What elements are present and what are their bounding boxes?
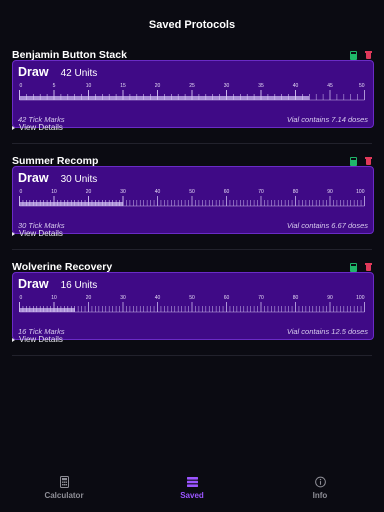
draw-units: 30 Units (60, 174, 98, 185)
delete-icon[interactable] (365, 263, 372, 272)
tick-label: 50 (189, 189, 195, 195)
tab-label: Calculator (44, 491, 84, 500)
draw-units: 42 Units (60, 68, 98, 79)
tick-label: 35 (258, 83, 264, 89)
syringe-card: Draw 30 Units 0 10 20 30 40 50 60 70 80 90 100 30 … (12, 166, 374, 234)
tick-label: 0 (20, 295, 23, 301)
tick-label: 30 (224, 83, 230, 89)
tick-label: 70 (258, 189, 264, 195)
page-title: Saved Protocols (148, 19, 236, 31)
tick-label: 20 (86, 295, 92, 301)
calculator-icon (59, 476, 70, 488)
tick-label: 50 (359, 83, 365, 89)
card-footer: 16 Tick Marks Vial contains 12.5 doses (18, 327, 368, 336)
divider (12, 143, 372, 144)
info-icon (314, 476, 326, 488)
tick-label: 60 (224, 189, 230, 195)
divider (12, 355, 372, 356)
tick-label: 5 (53, 83, 56, 89)
syringe-ruler: 0 10 20 30 40 50 60 70 80 90 100 (18, 293, 366, 325)
view-details-toggle[interactable]: View Details (12, 335, 63, 344)
top-bar: Saved Protocols (0, 0, 384, 50)
tab-info[interactable]: Info (256, 470, 384, 512)
tick-label: 100 (356, 295, 365, 301)
tick-label: 40 (293, 83, 299, 89)
view-details-label: View Details (19, 335, 63, 344)
vial-doses: Vial contains 7.14 doses (286, 115, 368, 124)
tick-label: 10 (51, 189, 57, 195)
draw-row: Draw 30 Units (18, 171, 97, 185)
tick-label: 0 (20, 83, 23, 89)
syringe-card: Draw 16 Units 0 10 20 30 40 50 60 70 80 90 100 16 … (12, 272, 374, 340)
caret-right-icon (12, 337, 15, 342)
ruler-svg: 0 10 20 30 40 50 60 70 80 90 100 (19, 189, 365, 207)
draw-label: Draw (18, 277, 49, 291)
tab-label: Saved (180, 491, 204, 500)
list-icon (186, 476, 198, 488)
syringe-ruler: 0 5 10 15 20 25 30 35 40 45 50 (18, 81, 366, 113)
tick-label: 90 (327, 189, 333, 195)
tick-label: 50 (189, 295, 195, 301)
tab-bar: Calculator Saved Info (0, 470, 384, 512)
ruler-svg: 0 10 20 30 40 50 60 70 80 90 100 (19, 295, 365, 313)
draw-label: Draw (18, 65, 49, 79)
tick-label: 60 (224, 295, 230, 301)
tick-label: 30 (120, 189, 126, 195)
card-footer: 30 Tick Marks Vial contains 6.67 doses (18, 221, 368, 230)
tick-label: 20 (155, 83, 161, 89)
tab-calculator[interactable]: Calculator (0, 470, 128, 512)
view-details-label: View Details (19, 229, 63, 238)
vial-doses: Vial contains 6.67 doses (286, 221, 368, 230)
caret-right-icon (12, 231, 15, 236)
tick-label: 70 (258, 295, 264, 301)
view-details-label: View Details (19, 123, 63, 132)
tick-label: 25 (189, 83, 195, 89)
tick-label: 100 (356, 189, 365, 195)
divider (12, 249, 372, 250)
ruler-svg: 0 5 10 15 20 25 30 35 40 45 50 (19, 83, 365, 101)
view-details-toggle[interactable]: View Details (12, 229, 63, 238)
vial-doses: Vial contains 12.5 doses (286, 327, 368, 336)
tick-label: 15 (120, 83, 126, 89)
draw-units: 16 Units (60, 280, 98, 291)
view-details-toggle[interactable]: View Details (12, 123, 63, 132)
tick-label: 40 (155, 189, 161, 195)
syringe-ruler: 0 10 20 30 40 50 60 70 80 90 100 (18, 187, 366, 219)
tick-label: 80 (293, 295, 299, 301)
draw-row: Draw 42 Units (18, 65, 97, 79)
protocol-actions (350, 50, 372, 60)
tab-label: Info (312, 491, 328, 500)
protocol-actions (350, 156, 372, 166)
calculator-icon[interactable] (350, 262, 357, 272)
tick-label: 45 (327, 83, 333, 89)
tick-label: 10 (51, 295, 57, 301)
tick-label: 0 (20, 189, 23, 195)
calculator-icon[interactable] (350, 50, 357, 60)
tick-label: 40 (155, 295, 161, 301)
tick-label: 80 (293, 189, 299, 195)
draw-label: Draw (18, 171, 49, 185)
delete-icon[interactable] (365, 157, 372, 166)
tab-saved[interactable]: Saved (128, 470, 256, 512)
draw-row: Draw 16 Units (18, 277, 97, 291)
calculator-icon[interactable] (350, 156, 357, 166)
tick-label: 90 (327, 295, 333, 301)
syringe-card: Draw 42 Units 0 5 10 15 20 25 30 35 40 45 50 42 Ti… (12, 60, 374, 128)
protocol-actions (350, 262, 372, 272)
card-footer: 42 Tick Marks Vial contains 7.14 doses (18, 115, 368, 124)
caret-right-icon (12, 125, 15, 130)
tick-label: 20 (86, 189, 92, 195)
tick-label: 30 (120, 295, 126, 301)
delete-icon[interactable] (365, 51, 372, 60)
tick-label: 10 (86, 83, 92, 89)
